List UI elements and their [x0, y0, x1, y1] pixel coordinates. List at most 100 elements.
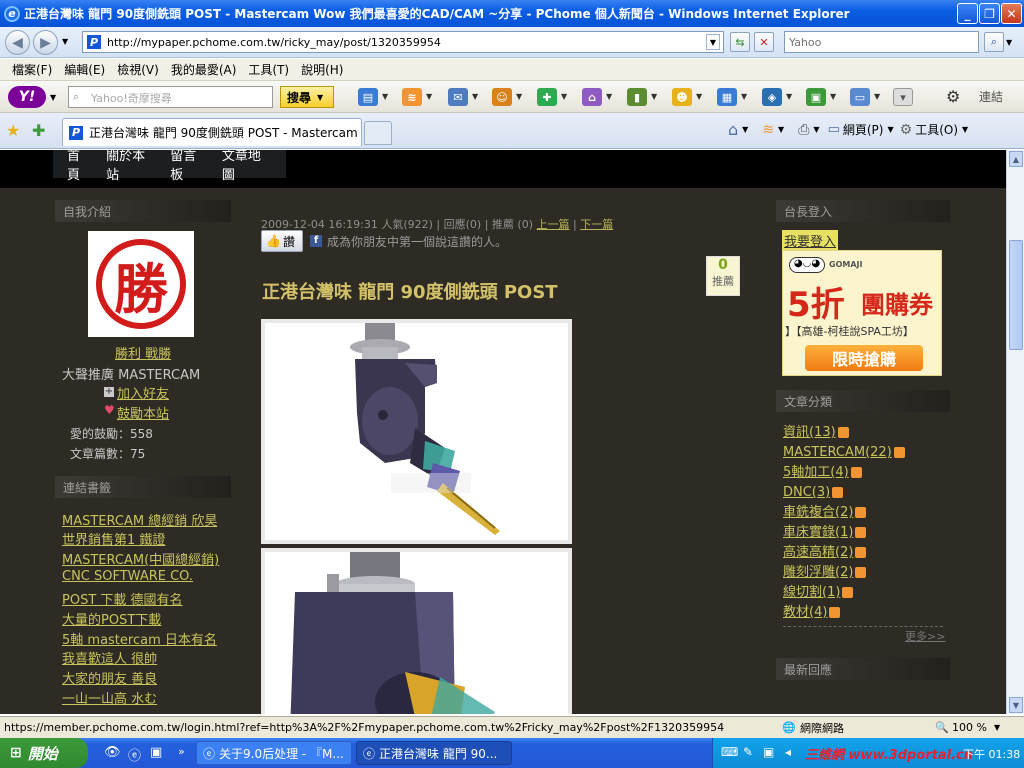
- tab-active[interactable]: P 正港台灣味 龍門 90度側銑頭 POST - Mastercam Wo...: [62, 118, 362, 146]
- category-link[interactable]: 車銑複合(2): [783, 505, 853, 520]
- puzzle-icon[interactable]: ▣: [806, 88, 826, 106]
- page-arrow-icon[interactable]: ▼: [874, 92, 880, 101]
- rss-icon[interactable]: [855, 527, 867, 538]
- mail-arrow-icon[interactable]: ▼: [472, 92, 478, 101]
- rss-icon[interactable]: ≋: [402, 88, 422, 106]
- keyboard-icon[interactable]: ⌨: [721, 745, 738, 759]
- vertical-scrollbar[interactable]: ▲ ▼: [1006, 150, 1024, 714]
- status-zoom[interactable]: 100 %: [952, 721, 987, 734]
- volume-icon[interactable]: ◂: [785, 745, 791, 759]
- menu-tools[interactable]: 工具(T): [248, 61, 289, 78]
- plus-icon[interactable]: ✚: [537, 88, 557, 106]
- bookmark-link[interactable]: CNC SOFTWARE CO.: [62, 569, 193, 584]
- bookmark-link[interactable]: 一山一山高 水む: [62, 688, 157, 707]
- menu-favorites[interactable]: 我的最愛(A): [171, 61, 237, 78]
- calendar-icon[interactable]: ▦: [717, 88, 737, 106]
- back-button[interactable]: ◀: [5, 30, 30, 55]
- rss-icon[interactable]: [837, 427, 849, 438]
- home-page-icon[interactable]: ⌂: [728, 120, 738, 139]
- yahoo-logo-icon[interactable]: Y!: [8, 86, 46, 108]
- category-link[interactable]: 資訊(13): [783, 425, 836, 440]
- category-link[interactable]: 雕刻浮雕(2): [783, 565, 853, 580]
- nav-guestbook[interactable]: 留言板: [170, 150, 208, 183]
- like-button[interactable]: 👍 讚: [261, 230, 303, 252]
- more-categories-link[interactable]: 更多>>: [905, 628, 945, 644]
- login-link[interactable]: 我要登入: [782, 230, 839, 251]
- menu-help[interactable]: 說明(H): [301, 61, 343, 78]
- bookmark-link[interactable]: 世界銷售第1 鐵證: [62, 529, 165, 548]
- encourage-link[interactable]: 鼓勵本站: [117, 403, 169, 422]
- maximize-button[interactable]: ❐: [979, 3, 1000, 24]
- yahoo-search-button[interactable]: 搜尋 ▼: [280, 86, 334, 108]
- nav-sitemap[interactable]: 文章地圖: [222, 150, 272, 183]
- home-arrow-icon[interactable]: ▼: [606, 92, 612, 101]
- nav-home[interactable]: 首頁: [67, 150, 92, 183]
- shield-icon[interactable]: ◈: [762, 88, 782, 106]
- feeds-dropdown-icon[interactable]: ▼: [778, 125, 784, 134]
- search-input[interactable]: [784, 31, 979, 53]
- clock[interactable]: 下午 01:38: [963, 746, 1020, 762]
- prev-post-link[interactable]: 上一篇: [537, 218, 570, 231]
- messenger-icon[interactable]: ☺: [492, 88, 512, 106]
- puzzle-arrow-icon[interactable]: ▼: [830, 92, 836, 101]
- nav-about[interactable]: 關於本站: [106, 150, 156, 183]
- bookmark-link[interactable]: MASTERCAM 總經銷 欣昊: [62, 510, 217, 529]
- category-link[interactable]: DNC(3): [783, 485, 830, 500]
- rss-icon[interactable]: [850, 467, 862, 478]
- category-link[interactable]: 線切割(1): [783, 585, 840, 600]
- page-menu-label[interactable]: 網頁(P): [843, 121, 884, 138]
- address-dropdown-icon[interactable]: ▼: [706, 34, 720, 50]
- rss-icon[interactable]: [832, 487, 844, 498]
- home-dropdown-icon[interactable]: ▼: [742, 125, 748, 134]
- recommend-box[interactable]: 0 推薦: [706, 256, 740, 296]
- yahoo-menu-arrow-icon[interactable]: ▼: [50, 93, 56, 102]
- print-dropdown-icon[interactable]: ▼: [813, 125, 819, 134]
- calendar-arrow-icon[interactable]: ▼: [741, 92, 747, 101]
- pen-icon[interactable]: ✎: [743, 745, 753, 759]
- category-link[interactable]: 車床實錄(1): [783, 525, 853, 540]
- face-icon[interactable]: ☻: [672, 88, 692, 106]
- feeds-icon[interactable]: ≋: [762, 122, 774, 138]
- category-link[interactable]: 教材(4): [783, 605, 827, 620]
- book-icon[interactable]: ▮: [627, 88, 647, 106]
- add-favorites-icon[interactable]: ✚: [32, 121, 45, 140]
- more-quicklaunch-icon[interactable]: »: [178, 745, 185, 758]
- page-icon[interactable]: ▭: [850, 88, 870, 106]
- menu-edit[interactable]: 編輯(E): [64, 61, 105, 78]
- page-dropdown-icon[interactable]: ▼: [887, 125, 893, 134]
- print-icon[interactable]: ⎙: [798, 122, 809, 138]
- network-icon[interactable]: ▣: [763, 745, 774, 759]
- rss-icon[interactable]: [893, 447, 905, 458]
- plus-arrow-icon[interactable]: ▼: [561, 92, 567, 101]
- ad-buy-button[interactable]: 限時搶購: [805, 345, 923, 371]
- bookmark-link[interactable]: 5軸 mastercam 日本有名: [62, 629, 217, 648]
- start-button[interactable]: ⊞ 開始: [0, 738, 88, 768]
- scroll-up-icon[interactable]: ▲: [1009, 151, 1023, 167]
- tools-dropdown-icon[interactable]: ▼: [962, 125, 968, 134]
- scroll-down-icon[interactable]: ▼: [1009, 697, 1023, 713]
- more-options-icon[interactable]: ▾: [893, 88, 913, 106]
- quicklaunch-icon[interactable]: 👁: [104, 745, 121, 760]
- book-arrow-icon[interactable]: ▼: [651, 92, 657, 101]
- taskbar-task[interactable]: ⓔ 关于9.0后处理 - 『M...: [196, 741, 352, 765]
- tools-menu-label[interactable]: 工具(O): [915, 121, 958, 138]
- address-field[interactable]: P http://mypaper.pchome.com.tw/ricky_may…: [82, 31, 724, 53]
- bookmark-link[interactable]: 大量的POST下載: [62, 609, 161, 628]
- search-options-icon[interactable]: ▼: [1006, 38, 1012, 47]
- category-link[interactable]: 高速高精(2): [783, 545, 853, 560]
- stop-button[interactable]: ✕: [754, 32, 774, 52]
- rss-icon[interactable]: [855, 507, 867, 518]
- menu-file[interactable]: 檔案(F): [12, 61, 52, 78]
- face-arrow-icon[interactable]: ▼: [696, 92, 702, 101]
- add-friend-link[interactable]: 加入好友: [117, 383, 169, 402]
- ie-quicklaunch-icon[interactable]: ⓔ: [128, 745, 141, 764]
- category-link[interactable]: MASTERCAM(22): [783, 445, 892, 460]
- links-label[interactable]: 連結: [979, 88, 1003, 105]
- bookmark-link[interactable]: 我喜歡這人 很帥: [62, 648, 157, 667]
- bookmark-icon[interactable]: ▤: [358, 88, 378, 106]
- history-dropdown-icon[interactable]: ▼: [62, 37, 68, 46]
- desktop-icon[interactable]: ▣: [150, 745, 162, 760]
- favorites-star-icon[interactable]: ★: [6, 121, 20, 140]
- scroll-thumb[interactable]: [1009, 240, 1023, 350]
- rss-icon[interactable]: [842, 587, 854, 598]
